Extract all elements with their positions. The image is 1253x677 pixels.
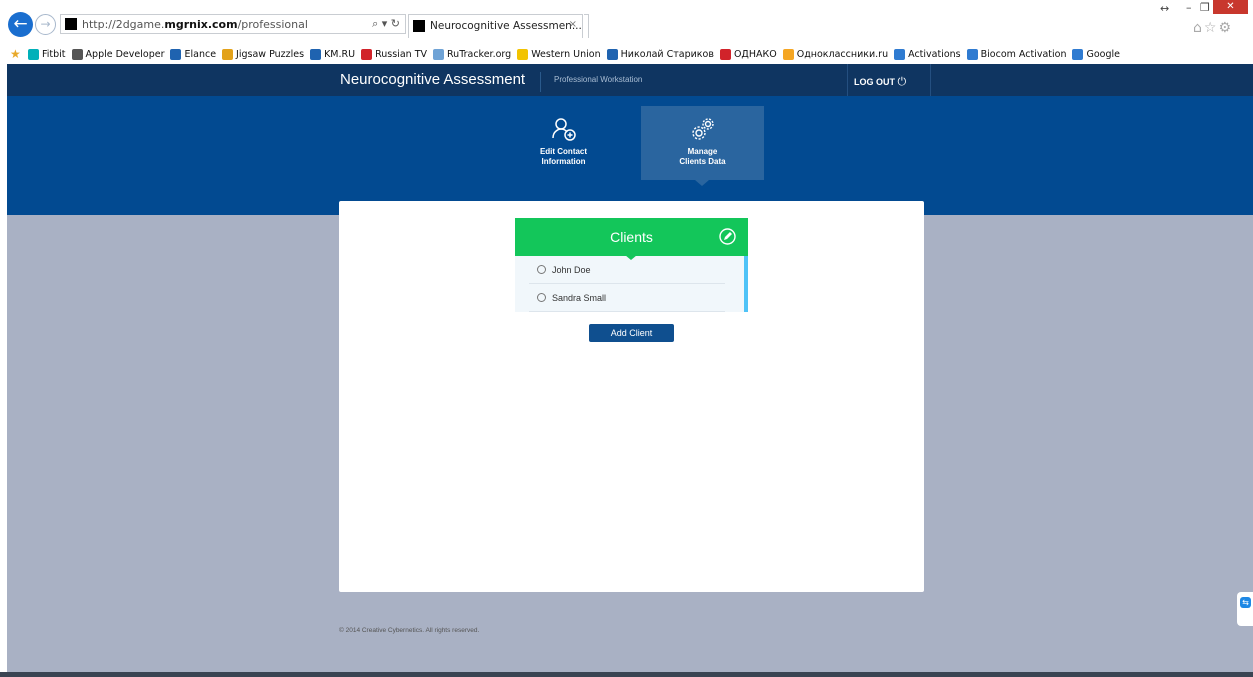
edit-icon[interactable]	[719, 228, 736, 245]
favorite-label: KM.RU	[324, 48, 356, 60]
favorite-link[interactable]: Elance	[170, 48, 217, 60]
favorite-link[interactable]: Николай Стариков	[606, 48, 714, 60]
taskbar	[0, 672, 1253, 677]
clients-list: John Doe Sandra Small	[515, 256, 748, 312]
favorite-link[interactable]: KM.RU	[310, 48, 356, 60]
new-tab-button[interactable]	[584, 14, 589, 38]
nav-band: Edit Contact Information Manage Clients …	[7, 96, 1253, 215]
minimize-icon[interactable]: –	[1186, 1, 1192, 14]
client-radio[interactable]	[537, 265, 546, 274]
favorite-link[interactable]: Biocom Activation	[966, 48, 1067, 60]
power-icon: ⏻	[897, 75, 907, 88]
favorite-label: Fitbit	[42, 48, 66, 60]
favorite-site-icon	[222, 48, 234, 60]
favorite-label: Google	[1086, 48, 1120, 60]
favorite-site-icon	[966, 48, 978, 60]
favorite-link[interactable]: Western Union	[517, 48, 601, 60]
favorite-label: Russian TV	[375, 48, 427, 60]
favorite-link[interactable]: Google	[1072, 48, 1120, 60]
tab-favicon-icon	[413, 20, 425, 32]
gears-icon	[691, 118, 714, 140]
clients-title: Clients	[610, 229, 653, 245]
favorite-label: Western Union	[531, 48, 601, 60]
favorite-label: Николай Стариков	[620, 48, 714, 60]
favorite-link[interactable]: Fitbit	[28, 48, 66, 60]
nav-label: Manage	[687, 147, 718, 156]
nav-label: Information	[541, 157, 586, 166]
footer-copyright: © 2014 Creative Cybernetics. All rights …	[339, 627, 480, 634]
add-client-button[interactable]: Add Client	[589, 324, 674, 342]
favorite-link[interactable]: Russian TV	[361, 48, 427, 60]
active-nav-pointer	[695, 180, 709, 186]
home-favorites-settings-icons[interactable]: ⌂☆⚙	[1193, 20, 1233, 36]
site-header: Neurocognitive Assessment Professional W…	[7, 64, 1253, 96]
site-favicon-icon	[65, 18, 77, 30]
forward-arrow-icon[interactable]: →	[35, 14, 56, 35]
favorite-site-icon	[1072, 48, 1084, 60]
favorites-bar: ★ Fitbit Apple Developer Elance Jigsaw Puzz…	[0, 44, 1253, 64]
favorite-link[interactable]: Одноклассники.ru	[782, 48, 889, 60]
maximize-icon[interactable]: ❐	[1200, 1, 1210, 14]
browser-toolbar: ← → http://2dgame.mgrnix.com/professiona…	[0, 0, 1253, 44]
favorite-label: Одноклассники.ru	[796, 48, 889, 60]
main-card: Clients John Doe Sandra Small Add Client	[339, 201, 924, 592]
window-close-icon[interactable]: ✕	[1213, 0, 1248, 14]
favorite-link[interactable]: Activations	[894, 48, 961, 60]
nav-manage-clients[interactable]: Manage Clients Data	[641, 106, 764, 186]
clients-panel: Clients John Doe Sandra Small	[515, 218, 748, 312]
favorite-site-icon	[517, 48, 529, 60]
window-edge	[0, 64, 7, 672]
address-bar[interactable]: http://2dgame.mgrnix.com/professional ⌕ …	[60, 14, 406, 34]
favorite-site-icon	[71, 48, 83, 60]
favorite-link[interactable]: Jigsaw Puzzles	[222, 48, 305, 60]
favorite-site-icon	[28, 48, 39, 60]
favorite-site-icon	[310, 48, 322, 60]
nav-label: Edit Contact	[539, 147, 588, 156]
header-divider	[540, 72, 541, 92]
search-refresh-icons[interactable]: ⌕ ▾ ↻	[372, 17, 400, 31]
favorite-site-icon	[782, 48, 794, 60]
clients-header: Clients	[515, 218, 748, 260]
chat-widget-icon: ⇆	[1240, 597, 1251, 608]
resize-icon[interactable]: ↔	[1160, 2, 1169, 15]
back-arrow-icon[interactable]: ←	[8, 12, 33, 37]
nav-edit-contact[interactable]: Edit Contact Information	[502, 106, 625, 180]
url-text: http://2dgame.mgrnix.com/professional	[82, 18, 308, 31]
favorite-link[interactable]: Apple Developer	[71, 48, 165, 60]
client-row[interactable]: Sandra Small	[529, 284, 725, 312]
favorite-site-icon	[894, 48, 906, 60]
client-name: John Doe	[552, 264, 591, 275]
favorite-label: Apple Developer	[85, 48, 165, 60]
side-widget[interactable]: ⇆	[1237, 592, 1253, 626]
favorites-star-icon[interactable]: ★	[10, 47, 24, 61]
client-row[interactable]: John Doe	[529, 256, 725, 284]
favorite-site-icon	[361, 48, 373, 60]
favorite-link[interactable]: RuTracker.org	[433, 48, 512, 60]
favorite-label: Activations	[908, 48, 961, 60]
favorite-link[interactable]: ОДНАКО	[719, 48, 777, 60]
nav-label: Clients Data	[679, 157, 726, 166]
favorite-site-icon	[719, 48, 731, 60]
favorite-label: Biocom Activation	[980, 48, 1067, 60]
favorite-site-icon	[433, 48, 444, 60]
favorite-label: Elance	[184, 48, 217, 60]
favorite-site-icon	[170, 48, 182, 60]
client-radio[interactable]	[537, 293, 546, 302]
header-divider	[930, 64, 931, 96]
browser-tab[interactable]: Neurocognitive Assessmen... ×	[408, 14, 583, 38]
clients-scrollbar[interactable]	[744, 256, 748, 312]
client-name: Sandra Small	[552, 292, 607, 303]
tab-close-icon[interactable]: ×	[569, 19, 577, 30]
tab-title: Neurocognitive Assessmen...	[430, 20, 582, 32]
logout-button[interactable]: LOG OUT ⏻	[854, 75, 906, 89]
favorite-site-icon	[606, 48, 618, 60]
brand-subtitle: Professional Workstation	[554, 75, 643, 84]
brand-title[interactable]: Neurocognitive Assessment	[340, 71, 525, 88]
header-divider	[847, 64, 848, 96]
favorite-label: ОДНАКО	[733, 48, 777, 60]
favorite-label: Jigsaw Puzzles	[236, 48, 305, 60]
favorite-label: RuTracker.org	[447, 48, 512, 60]
add-contact-icon	[551, 118, 576, 141]
